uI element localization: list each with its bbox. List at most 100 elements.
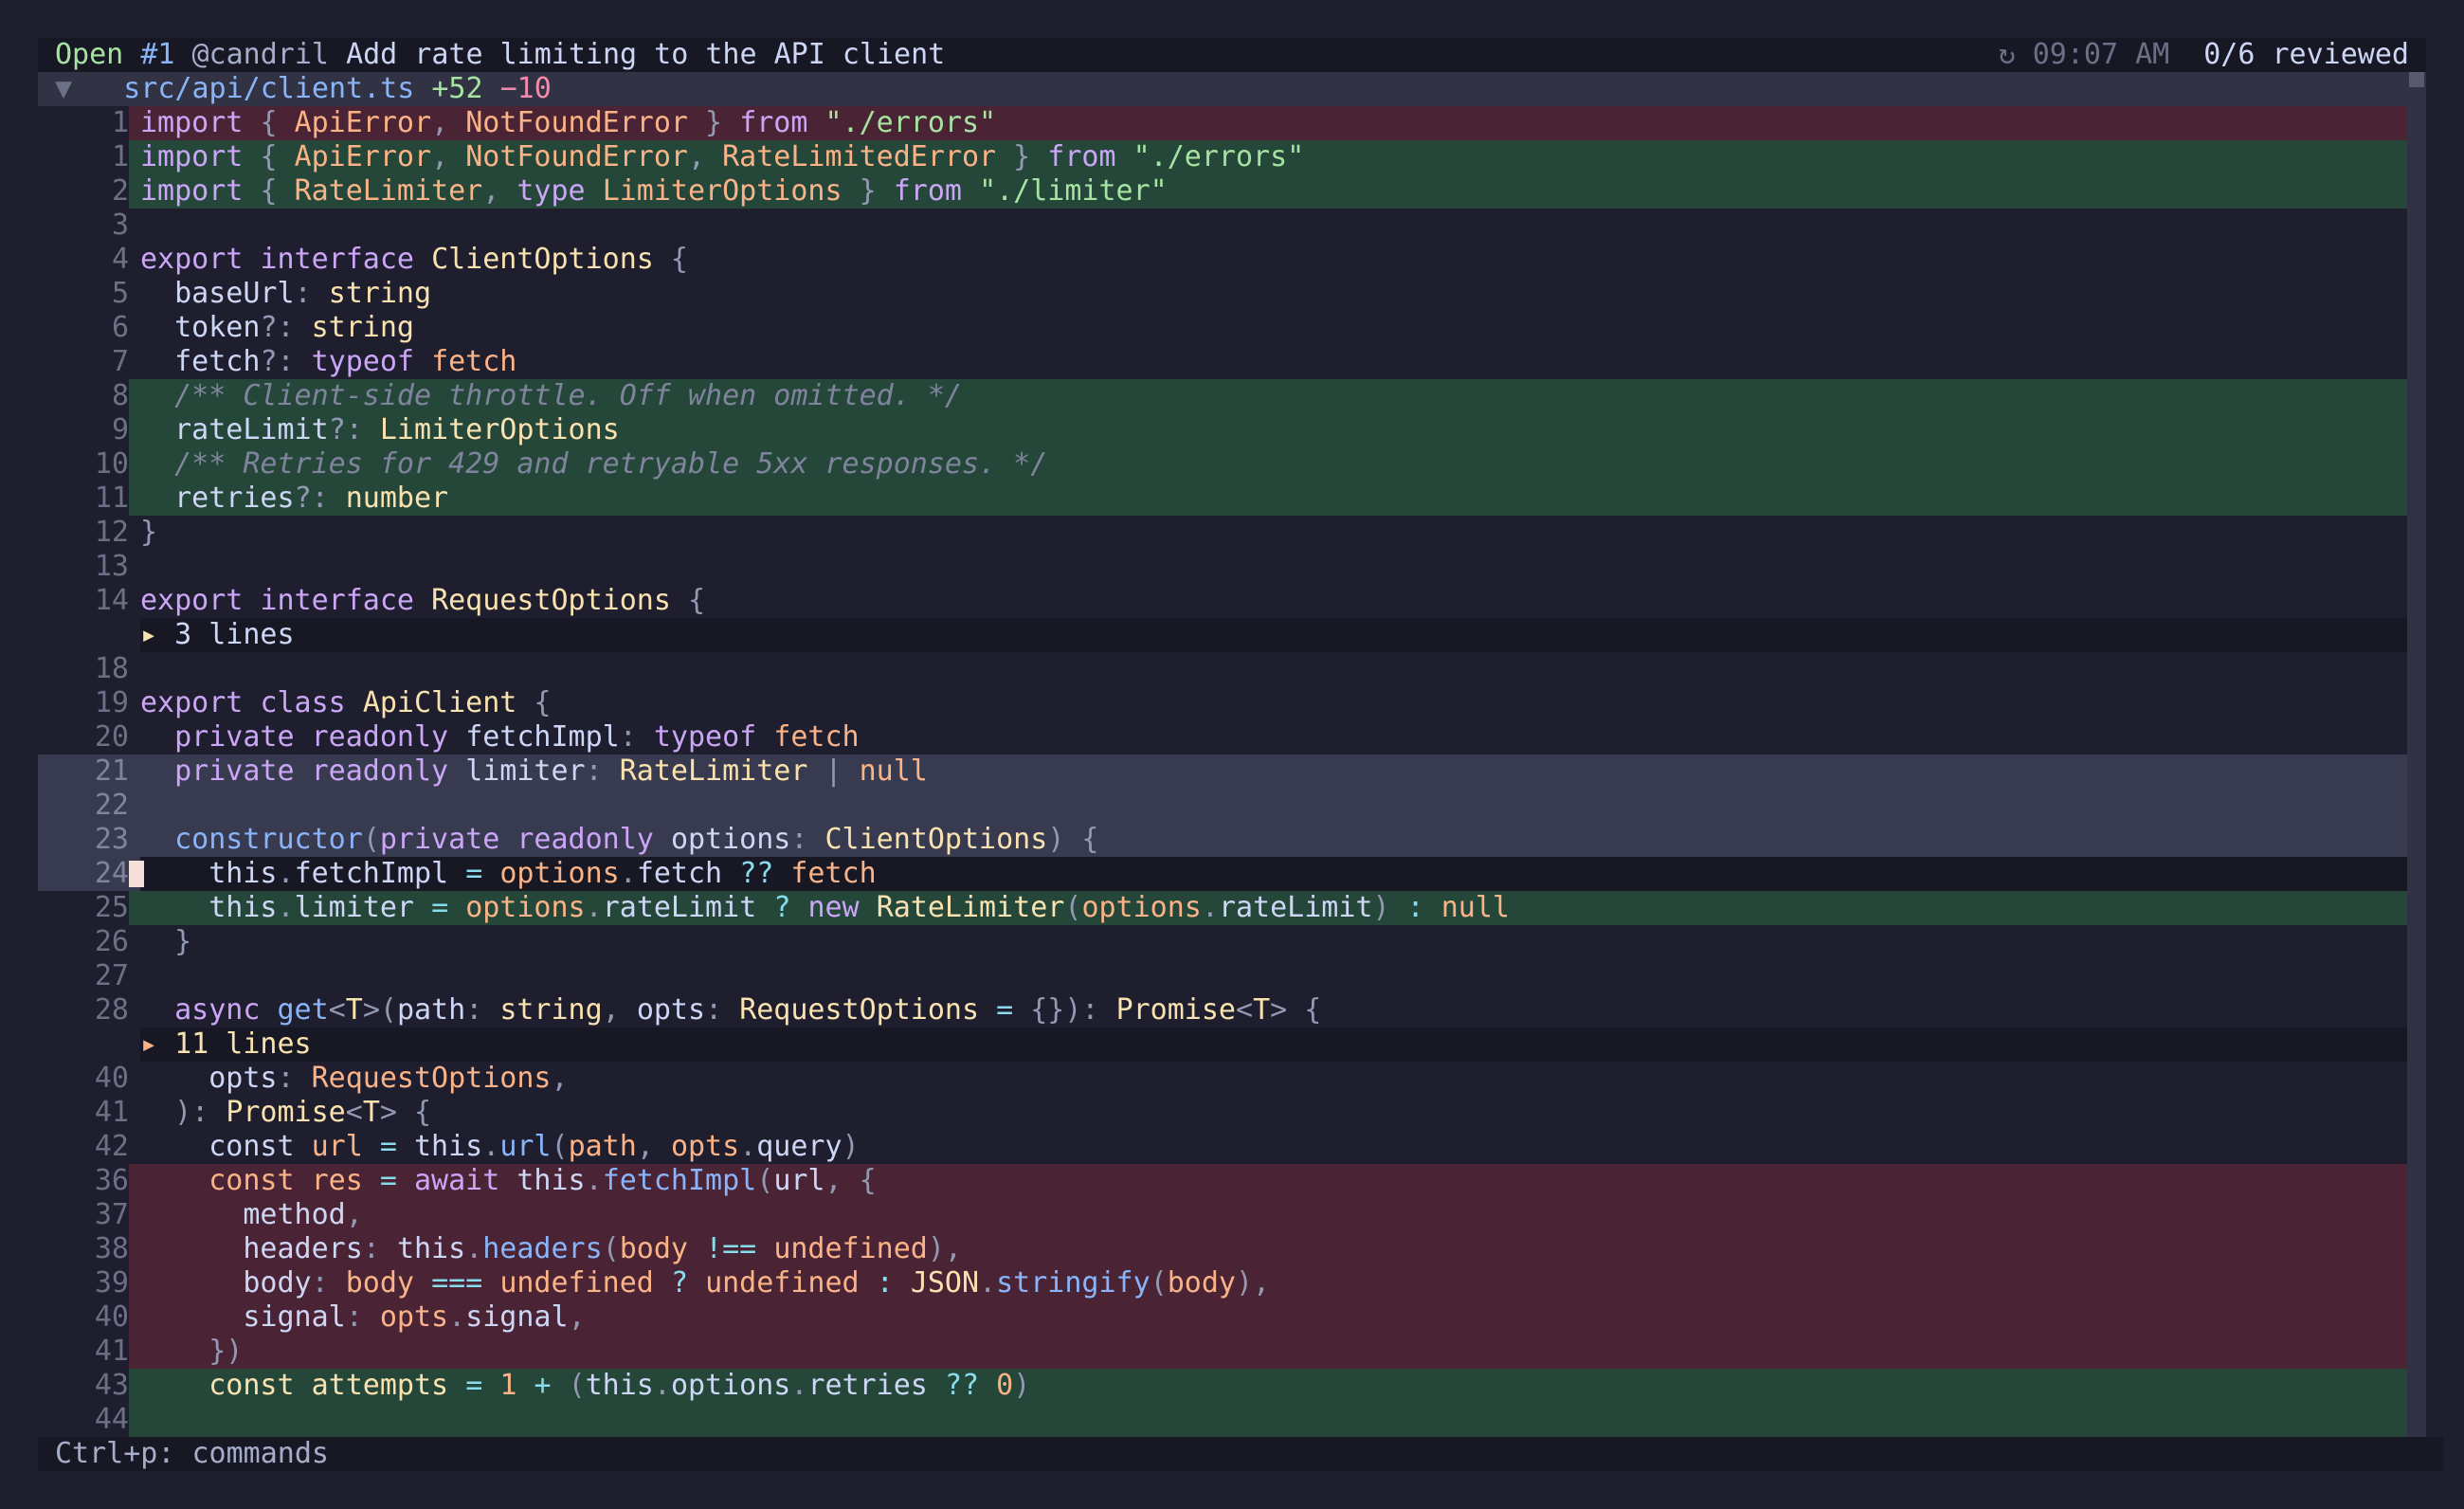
diff-line[interactable]: 24 this.fetchImpl = options.fetch ?? fet…: [38, 857, 2407, 891]
line-number: 6: [111, 311, 129, 344]
diff-line[interactable]: 5 baseUrl: string: [38, 277, 2407, 311]
code-token: LimiterOptions: [602, 174, 842, 208]
code-token: .: [465, 1232, 483, 1265]
code-token: T: [1253, 993, 1271, 1027]
diff-line[interactable]: 22: [38, 789, 2407, 823]
diff-line[interactable]: 8 /** Client-side throttle. Off when omi…: [38, 379, 2407, 413]
diff-line[interactable]: 39 body: body === undefined ? undefined …: [38, 1266, 2407, 1300]
diff-line[interactable]: 28 async get<T>(path: string, opts: Requ…: [38, 993, 2407, 1027]
diff-viewport[interactable]: ▼ src/api/client.ts +52 −10 1 import { Ap…: [38, 72, 2426, 1437]
diff-line[interactable]: 36 const res = await this.fetchImpl(url,…: [38, 1164, 2407, 1198]
diff-line[interactable]: 25 this.limiter = options.rateLimit ? ne…: [38, 891, 2407, 925]
diff-line[interactable]: 40 signal: opts.signal,: [38, 1300, 2407, 1335]
diff-line[interactable]: 3: [38, 209, 2407, 243]
diff-line[interactable]: 40 opts: RequestOptions,: [38, 1062, 2407, 1096]
diff-line[interactable]: 41 ): Promise<T> {: [38, 1096, 2407, 1130]
cursor-gutter: [129, 1062, 140, 1096]
diff-line[interactable]: 23 constructor(private readonly options:…: [38, 823, 2407, 857]
diff-line[interactable]: 18: [38, 652, 2407, 686]
code-token: await: [414, 1164, 517, 1197]
code-token: ,: [431, 106, 466, 139]
diff-lines: 1 import { ApiError, NotFoundError } from…: [38, 106, 2426, 1437]
diff-line[interactable]: 26 }: [38, 925, 2407, 959]
file-path[interactable]: src/api/client.ts: [123, 72, 414, 105]
diff-line[interactable]: 27: [38, 959, 2407, 993]
code-token: {: [653, 243, 688, 276]
code-token: :: [790, 823, 825, 856]
diff-line[interactable]: 9 rateLimit?: LimiterOptions: [38, 413, 2407, 447]
code-token: NotFoundError: [465, 140, 688, 173]
line-code: const res = await this.fetchImpl(url, {: [140, 1164, 2407, 1198]
code-token: =: [379, 1130, 414, 1163]
diff-line[interactable]: 14 export interface RequestOptions {: [38, 584, 2407, 618]
diff-line[interactable]: 1 import { ApiError, NotFoundError, RateL…: [38, 140, 2407, 174]
diff-line[interactable]: 2 import { RateLimiter, type LimiterOptio…: [38, 174, 2407, 209]
folded-lines-row[interactable]: ▸ 3 lines: [38, 618, 2407, 652]
line-code: method,: [140, 1198, 2407, 1232]
code-token: ),: [927, 1232, 962, 1265]
code-token: ?:: [328, 413, 380, 446]
cursor-gutter: [129, 516, 140, 550]
collapse-toggle-icon[interactable]: ▼: [55, 72, 72, 105]
code-token: .: [448, 1300, 466, 1334]
diff-line[interactable]: 42 const url = this.url(path, opts.query…: [38, 1130, 2407, 1164]
diff-line[interactable]: 37 method,: [38, 1198, 2407, 1232]
code-token: }: [140, 925, 192, 958]
code-token: ?:: [294, 482, 346, 515]
diff-line[interactable]: 10 /** Retries for 429 and retryable 5xx…: [38, 447, 2407, 482]
diff-line[interactable]: 1 import { ApiError, NotFoundError } from…: [38, 106, 2407, 140]
diff-line[interactable]: 6 token?: string: [38, 311, 2407, 345]
vertical-scrollbar[interactable]: [2407, 72, 2426, 1437]
scrollbar-thumb[interactable]: [2409, 72, 2424, 87]
file-header[interactable]: ▼ src/api/client.ts +52 −10: [38, 72, 2424, 106]
code-token: private: [140, 754, 312, 788]
diff-line[interactable]: 43 const attempts = 1 + (this.options.re…: [38, 1369, 2407, 1403]
code-token: RateLimiter: [294, 174, 483, 208]
code-token: "./limiter": [979, 174, 1168, 208]
diff-line[interactable]: 21 private readonly limiter: RateLimiter…: [38, 754, 2407, 789]
diff-line[interactable]: 41 }): [38, 1335, 2407, 1369]
code-token: undefined: [499, 1266, 671, 1300]
code-token: ?: [773, 891, 808, 924]
line-code: export interface RequestOptions {: [140, 584, 2407, 618]
line-number: 21: [94, 754, 129, 788]
diff-line[interactable]: 20 private readonly fetchImpl: typeof fe…: [38, 720, 2407, 754]
diff-line[interactable]: 19 export class ApiClient {: [38, 686, 2407, 720]
code-token: this: [585, 1369, 654, 1402]
line-number: [38, 618, 129, 652]
review-progress: 0/6 reviewed: [2203, 38, 2409, 71]
diff-line[interactable]: 11 retries?: number: [38, 482, 2407, 516]
pr-author[interactable]: @candril: [192, 38, 330, 72]
folded-lines-row[interactable]: ▸ 11 lines: [38, 1027, 2407, 1062]
code-token: ,: [602, 993, 637, 1027]
code-token: typeof: [653, 720, 774, 754]
cursor-gutter: [129, 959, 140, 993]
command-hint: Ctrl+p: commands: [55, 1437, 329, 1470]
diff-line[interactable]: 13: [38, 550, 2407, 584]
code-token: baseUrl: [140, 277, 295, 310]
code-token: readonly: [516, 823, 671, 856]
code-token: T: [362, 1096, 380, 1129]
line-number: 42: [94, 1130, 129, 1163]
line-number: 13: [94, 550, 129, 583]
code-token: (: [602, 1232, 620, 1265]
code-token: >(: [362, 993, 397, 1027]
diff-line[interactable]: 38 headers: this.headers(body !== undefi…: [38, 1232, 2407, 1266]
pr-number[interactable]: #1: [140, 38, 174, 72]
diff-line[interactable]: 44: [38, 1403, 2407, 1437]
code-token: ApiError: [294, 106, 432, 139]
refresh-time[interactable]: ↻ 09:07 AM: [1999, 38, 2170, 72]
code-token: {: [260, 106, 295, 139]
code-token: <: [328, 993, 346, 1027]
diff-line[interactable]: 4 export interface ClientOptions {: [38, 243, 2407, 277]
line-code: private readonly fetchImpl: typeof fetch: [140, 720, 2407, 754]
code-token: ClientOptions: [824, 823, 1048, 856]
code-token: limiter: [294, 891, 432, 924]
line-code: const url = this.url(path, opts.query): [140, 1130, 2407, 1164]
diff-line[interactable]: 7 fetch?: typeof fetch: [38, 345, 2407, 379]
diff-line[interactable]: 12}: [38, 516, 2407, 550]
code-token: typeof: [311, 345, 432, 378]
code-token: (: [756, 1164, 774, 1197]
line-code: }: [140, 516, 2407, 550]
